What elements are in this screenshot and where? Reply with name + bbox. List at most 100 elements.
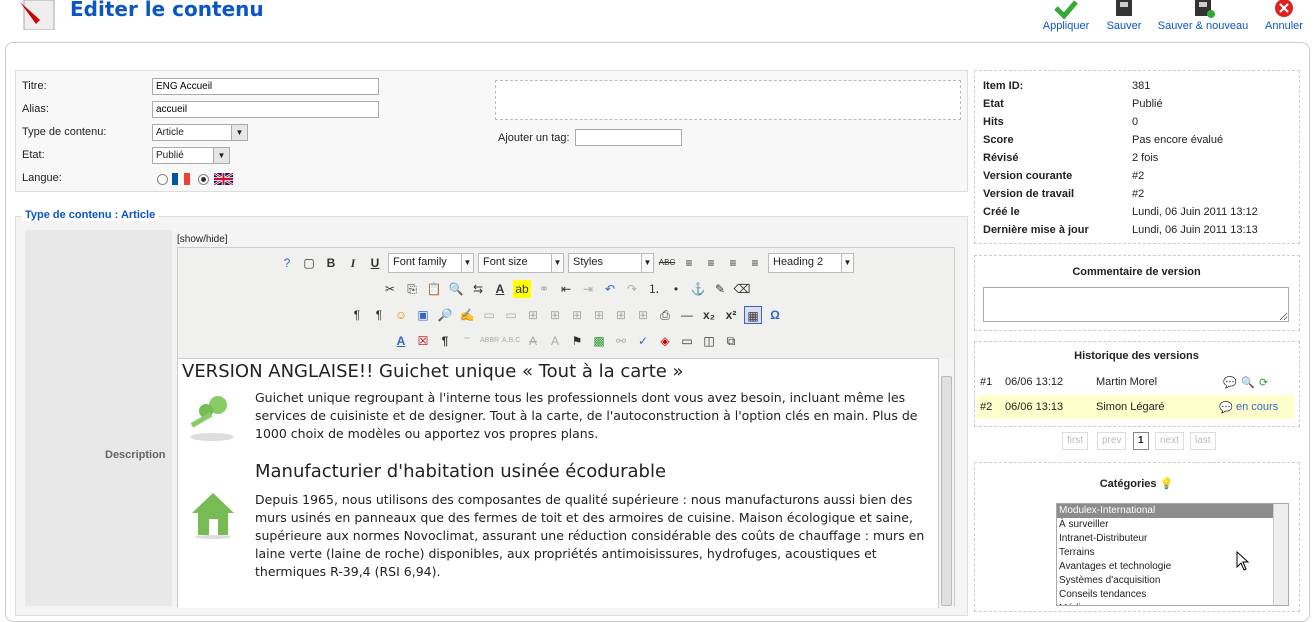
pager-current[interactable]: 1 — [1133, 432, 1149, 450]
title-input[interactable] — [152, 78, 379, 95]
heading-select[interactable]: Heading 2 ▼ — [768, 253, 854, 273]
category-option[interactable]: Avantages et technologie — [1057, 560, 1288, 574]
font-size-select[interactable]: Font size ▼ — [478, 253, 564, 273]
table-icon-e[interactable]: ⊞ — [612, 306, 630, 324]
spellcheck-icon[interactable]: ✓ — [634, 332, 652, 350]
delete-row-icon[interactable]: ▭ — [502, 306, 520, 324]
new-document-icon[interactable]: ▢ — [300, 254, 318, 272]
language-radio-en[interactable] — [198, 174, 209, 185]
comment-icon[interactable]: 💬 — [1219, 401, 1233, 414]
align-left-icon[interactable]: ≡ — [680, 254, 698, 272]
cancel-button[interactable]: Annuler — [1263, 0, 1305, 32]
pager-last[interactable]: last — [1190, 432, 1216, 450]
bold-icon[interactable]: B — [322, 254, 340, 272]
numbered-list-icon[interactable]: ⒈ — [645, 280, 663, 298]
redo-icon[interactable]: ↷ — [623, 280, 641, 298]
categories-scrollbar[interactable] — [1273, 504, 1288, 605]
visual-aid-icon[interactable]: ▦ — [744, 306, 762, 324]
styles-select[interactable]: Styles ▼ — [568, 253, 654, 273]
bullet-list-icon[interactable]: • — [667, 280, 685, 298]
abbr-text-icon[interactable]: ABBR — [480, 332, 499, 350]
layout-icon[interactable]: ◫ — [700, 332, 718, 350]
editor-scrollbar[interactable] — [938, 358, 954, 608]
anchor-icon[interactable]: ⚓ — [689, 280, 707, 298]
align-justify-icon[interactable]: ≡ — [746, 254, 764, 272]
cite-icon[interactable]: “” — [458, 332, 476, 350]
restore-icon[interactable]: ⟳ — [1259, 376, 1268, 389]
italic-icon[interactable]: I — [344, 254, 362, 272]
link-icon[interactable]: ⚭ — [535, 280, 553, 298]
code-icon[interactable]: ◈ — [656, 332, 674, 350]
comment-icon[interactable]: 💬 — [1223, 376, 1237, 389]
tag-input[interactable] — [575, 129, 682, 146]
history-row-current[interactable]: #2 06/06 13:13 Simon Légaré 💬 en cours — [977, 395, 1294, 419]
underline-icon[interactable]: U — [366, 254, 384, 272]
subscript-icon[interactable]: x₂ — [700, 306, 718, 324]
pager-first[interactable]: first — [1062, 432, 1089, 450]
pager-next[interactable]: next — [1155, 432, 1184, 450]
save-new-button[interactable]: Sauver & nouveau — [1156, 0, 1250, 32]
category-option[interactable]: Conseils tendances — [1057, 588, 1288, 602]
category-option[interactable]: Intranet-Distributeur — [1057, 532, 1288, 546]
template-icon[interactable]: ⧉ — [722, 332, 740, 350]
category-option[interactable]: Terrains — [1057, 546, 1288, 560]
align-center-icon[interactable]: ≡ — [702, 254, 720, 272]
table-icon-d[interactable]: ⊞ — [590, 306, 608, 324]
strikethrough-icon[interactable]: ABC — [658, 254, 676, 272]
fullscreen-icon[interactable]: ▭ — [678, 332, 696, 350]
categories-list[interactable]: Modulex-International À surveiller Intrane… — [1056, 503, 1289, 606]
superscript-icon[interactable]: x² — [722, 306, 740, 324]
print-icon[interactable]: ⎙ — [656, 306, 674, 324]
cleanup-icon[interactable]: ✎ — [711, 280, 729, 298]
editor-content[interactable]: VERSION ANGLAISE!! Guichet unique « Tout… — [178, 358, 938, 608]
insert-row-icon[interactable]: ▭ — [480, 306, 498, 324]
emoticon-icon[interactable]: ☺ — [392, 306, 410, 324]
omega-icon[interactable]: Ω — [766, 306, 784, 324]
category-option[interactable]: Médias — [1057, 602, 1288, 605]
pilcrow-icon[interactable]: ¶ — [436, 332, 454, 350]
rtl-icon[interactable]: ¶ — [370, 306, 388, 324]
eraser-icon[interactable]: ⌫ — [733, 280, 751, 298]
font-color-icon[interactable]: A — [491, 280, 509, 298]
table-icon-c[interactable]: ⊞ — [568, 306, 586, 324]
style-props-icon[interactable]: A — [392, 332, 410, 350]
table-icon-b[interactable]: ⊞ — [546, 306, 564, 324]
category-option[interactable]: À surveiller — [1057, 518, 1288, 532]
version-comment-input[interactable] — [983, 287, 1289, 322]
font-family-select[interactable]: Font family ▼ — [388, 253, 474, 273]
compare-icon[interactable]: 🔍 — [1241, 376, 1255, 389]
paste-icon[interactable]: 📋 — [425, 280, 443, 298]
preview-icon[interactable]: 🔎 — [436, 306, 454, 324]
hr-icon[interactable]: — — [678, 306, 696, 324]
history-row[interactable]: #1 06/06 13:12 Martin Morel 💬 🔍 ⟳ — [977, 370, 1294, 394]
table-icon-a[interactable]: ⊞ — [524, 306, 542, 324]
outdent-icon[interactable]: ⇤ — [557, 280, 575, 298]
abbr-icon[interactable]: ☒ — [414, 332, 432, 350]
state-select[interactable]: Publié ▼ — [152, 147, 230, 164]
show-hide-link[interactable]: [show/hide] — [177, 234, 228, 245]
alias-input[interactable] — [152, 101, 379, 118]
category-option[interactable]: Systèmes d'acquisition — [1057, 574, 1288, 588]
attribs-icon[interactable]: ⚑ — [568, 332, 586, 350]
category-option[interactable]: Modulex-International — [1057, 504, 1288, 518]
image-icon[interactable]: ▩ — [590, 332, 608, 350]
ltr-icon[interactable]: ¶ — [348, 306, 366, 324]
ins-icon[interactable]: A — [546, 332, 564, 350]
edit-icon[interactable]: ✍ — [458, 306, 476, 324]
unlink-icon[interactable]: ⚯ — [612, 332, 630, 350]
scroll-thumb[interactable] — [941, 376, 952, 606]
find-icon[interactable]: 🔍 — [447, 280, 465, 298]
indent-icon[interactable]: ⇥ — [579, 280, 597, 298]
media-icon[interactable]: ▣ — [414, 306, 432, 324]
highlight-icon[interactable]: ab — [513, 280, 531, 298]
type-select[interactable]: Article ▼ — [152, 124, 248, 141]
copy-icon[interactable]: ⎘ — [403, 280, 421, 298]
cut-icon[interactable]: ✂ — [381, 280, 399, 298]
language-radio-fr[interactable] — [157, 174, 168, 185]
undo-icon[interactable]: ↶ — [601, 280, 619, 298]
del-icon[interactable]: A — [524, 332, 542, 350]
pager-prev[interactable]: prev — [1097, 432, 1127, 450]
save-button[interactable]: Sauver — [1104, 0, 1144, 32]
acronym-icon[interactable]: A.B.C — [502, 332, 520, 350]
help-icon[interactable]: ? — [278, 254, 296, 272]
